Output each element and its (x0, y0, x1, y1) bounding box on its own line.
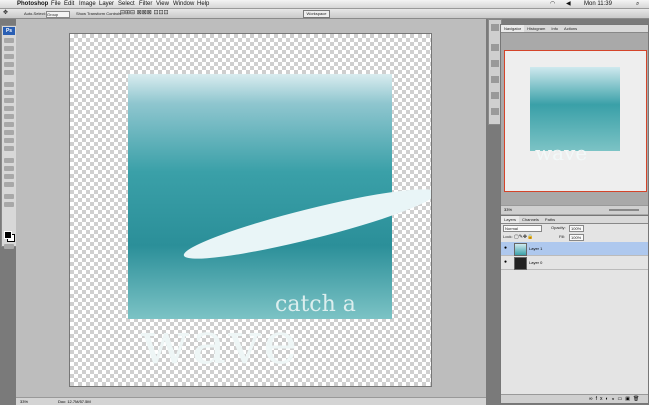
layers-bottom-bar: ∞fx◐◒▭▣🗑 (501, 394, 648, 403)
navigator-proxy-preview[interactable]: wave (504, 50, 647, 192)
brush-panel-icon[interactable] (491, 24, 499, 31)
menu-file[interactable]: File (51, 0, 61, 8)
navigator-thumbnail (530, 67, 620, 151)
workspace-button[interactable]: Workspace (303, 10, 330, 18)
lock-label: Lock: (503, 234, 513, 239)
layer-thumbnail (514, 257, 527, 270)
tab-histogram[interactable]: Histogram (524, 25, 548, 32)
tab-navigator[interactable]: Navigator (501, 25, 525, 32)
navigator-zoom-value[interactable]: 33% (504, 206, 512, 214)
blend-mode-select[interactable]: Normal (503, 225, 542, 232)
healing-tool[interactable] (4, 90, 14, 95)
blur-tool[interactable] (4, 138, 14, 143)
pen-tool[interactable] (4, 158, 14, 163)
stamp-tool[interactable] (4, 106, 14, 111)
show-transform-checkbox[interactable]: Show Transform Controls (76, 9, 121, 18)
opacity-label: Opacity: (551, 225, 566, 230)
eraser-tool[interactable] (4, 122, 14, 127)
navigator-wave-text: wave (535, 141, 588, 165)
eyedropper-tool[interactable] (4, 82, 14, 87)
clone-source-icon[interactable] (491, 60, 499, 67)
layer-row-layer-0[interactable]: ● Layer 0 (501, 256, 648, 270)
navigator-panel: Navigator Histogram Info Actions wave 33% (500, 24, 649, 216)
marquee-tool[interactable] (4, 46, 14, 51)
crop-tool[interactable] (4, 70, 14, 75)
fill-field[interactable]: 100% (569, 234, 584, 241)
eye-icon[interactable]: ● (504, 246, 509, 251)
move-tool[interactable] (4, 38, 14, 43)
hand-tool[interactable] (4, 194, 14, 199)
menu-help[interactable]: Help (197, 0, 209, 8)
navigator-zoom-slider[interactable] (609, 209, 639, 211)
layer-name: Layer 0 (529, 260, 543, 265)
tab-channels[interactable]: Channels (519, 216, 542, 223)
menu-layer[interactable]: Layer (99, 0, 114, 8)
tab-info[interactable]: Info (548, 25, 561, 32)
zoom-tool[interactable] (4, 202, 14, 207)
menu-image[interactable]: Image (79, 0, 96, 8)
tab-actions[interactable]: Actions (561, 25, 580, 32)
tab-paths[interactable]: Paths (542, 216, 558, 223)
surf-photo (128, 74, 392, 319)
auto-select-label[interactable]: Auto-Select: (24, 9, 46, 18)
wave-text: wave (140, 309, 300, 377)
lasso-tool[interactable] (4, 54, 14, 59)
shape-tool[interactable] (4, 182, 14, 187)
menu-filter[interactable]: Filter (139, 0, 152, 8)
menu-bar: Photoshop File Edit Image Layer Select F… (0, 0, 649, 9)
auto-select-dropdown[interactable]: Group (46, 11, 70, 18)
layer-thumbnail (514, 243, 527, 256)
tool-presets-icon[interactable] (491, 44, 499, 51)
tab-layers[interactable]: Layers (501, 216, 520, 223)
history-brush-tool[interactable] (4, 114, 14, 119)
spotlight-icon[interactable]: ⌕ (636, 0, 639, 8)
gradient-tool[interactable] (4, 130, 14, 135)
move-tool-icon[interactable]: ✥ (3, 10, 8, 17)
character-panel-icon[interactable] (491, 76, 499, 83)
type-tool[interactable] (4, 166, 14, 171)
clock[interactable]: Mon 11:39 (584, 0, 612, 8)
ps-logo: Ps (3, 27, 15, 35)
volume-icon[interactable]: ◀ (566, 0, 571, 8)
layer-comps-icon[interactable] (491, 108, 499, 115)
fill-label: Fill: (559, 234, 566, 239)
app-name[interactable]: Photoshop (17, 0, 48, 8)
magic-wand-tool[interactable] (4, 62, 14, 67)
menu-edit[interactable]: Edit (64, 0, 74, 8)
navigator-zoom-row: 33% (501, 205, 648, 214)
options-bar: ✥ Auto-Select: Group Show Transform Cont… (0, 9, 649, 19)
quick-mask-button[interactable] (4, 244, 14, 249)
toolbox: Ps (1, 25, 17, 249)
lock-icons[interactable]: ▢✎✥🔒 (514, 233, 533, 241)
layer-row-layer-1[interactable]: ● Layer 1 (501, 242, 648, 256)
eye-icon[interactable]: ● (504, 260, 509, 265)
align-icons[interactable]: ⊟⊞⊟ ⊠⊠⊠ ⊡⊡⊡ (120, 9, 169, 18)
menu-select[interactable]: Select (118, 0, 135, 8)
opacity-field[interactable]: 100% (569, 225, 584, 232)
dodge-tool[interactable] (4, 146, 14, 151)
brush-tool[interactable] (4, 98, 14, 103)
layer-name: Layer 1 (529, 246, 543, 251)
layers-panel: Layers Channels Paths Normal Opacity: 100%… (500, 215, 649, 404)
menu-window[interactable]: Window (173, 0, 194, 8)
menu-view[interactable]: View (156, 0, 169, 8)
wifi-icon[interactable]: ◠ (550, 0, 555, 8)
layer-actions-icons[interactable]: ∞fx◐◒▭▣🗑 (589, 396, 642, 402)
paragraph-panel-icon[interactable] (491, 92, 499, 99)
canvas[interactable]: catch a wave (69, 33, 432, 387)
foreground-color-swatch[interactable] (4, 231, 12, 239)
path-select-tool[interactable] (4, 174, 14, 179)
